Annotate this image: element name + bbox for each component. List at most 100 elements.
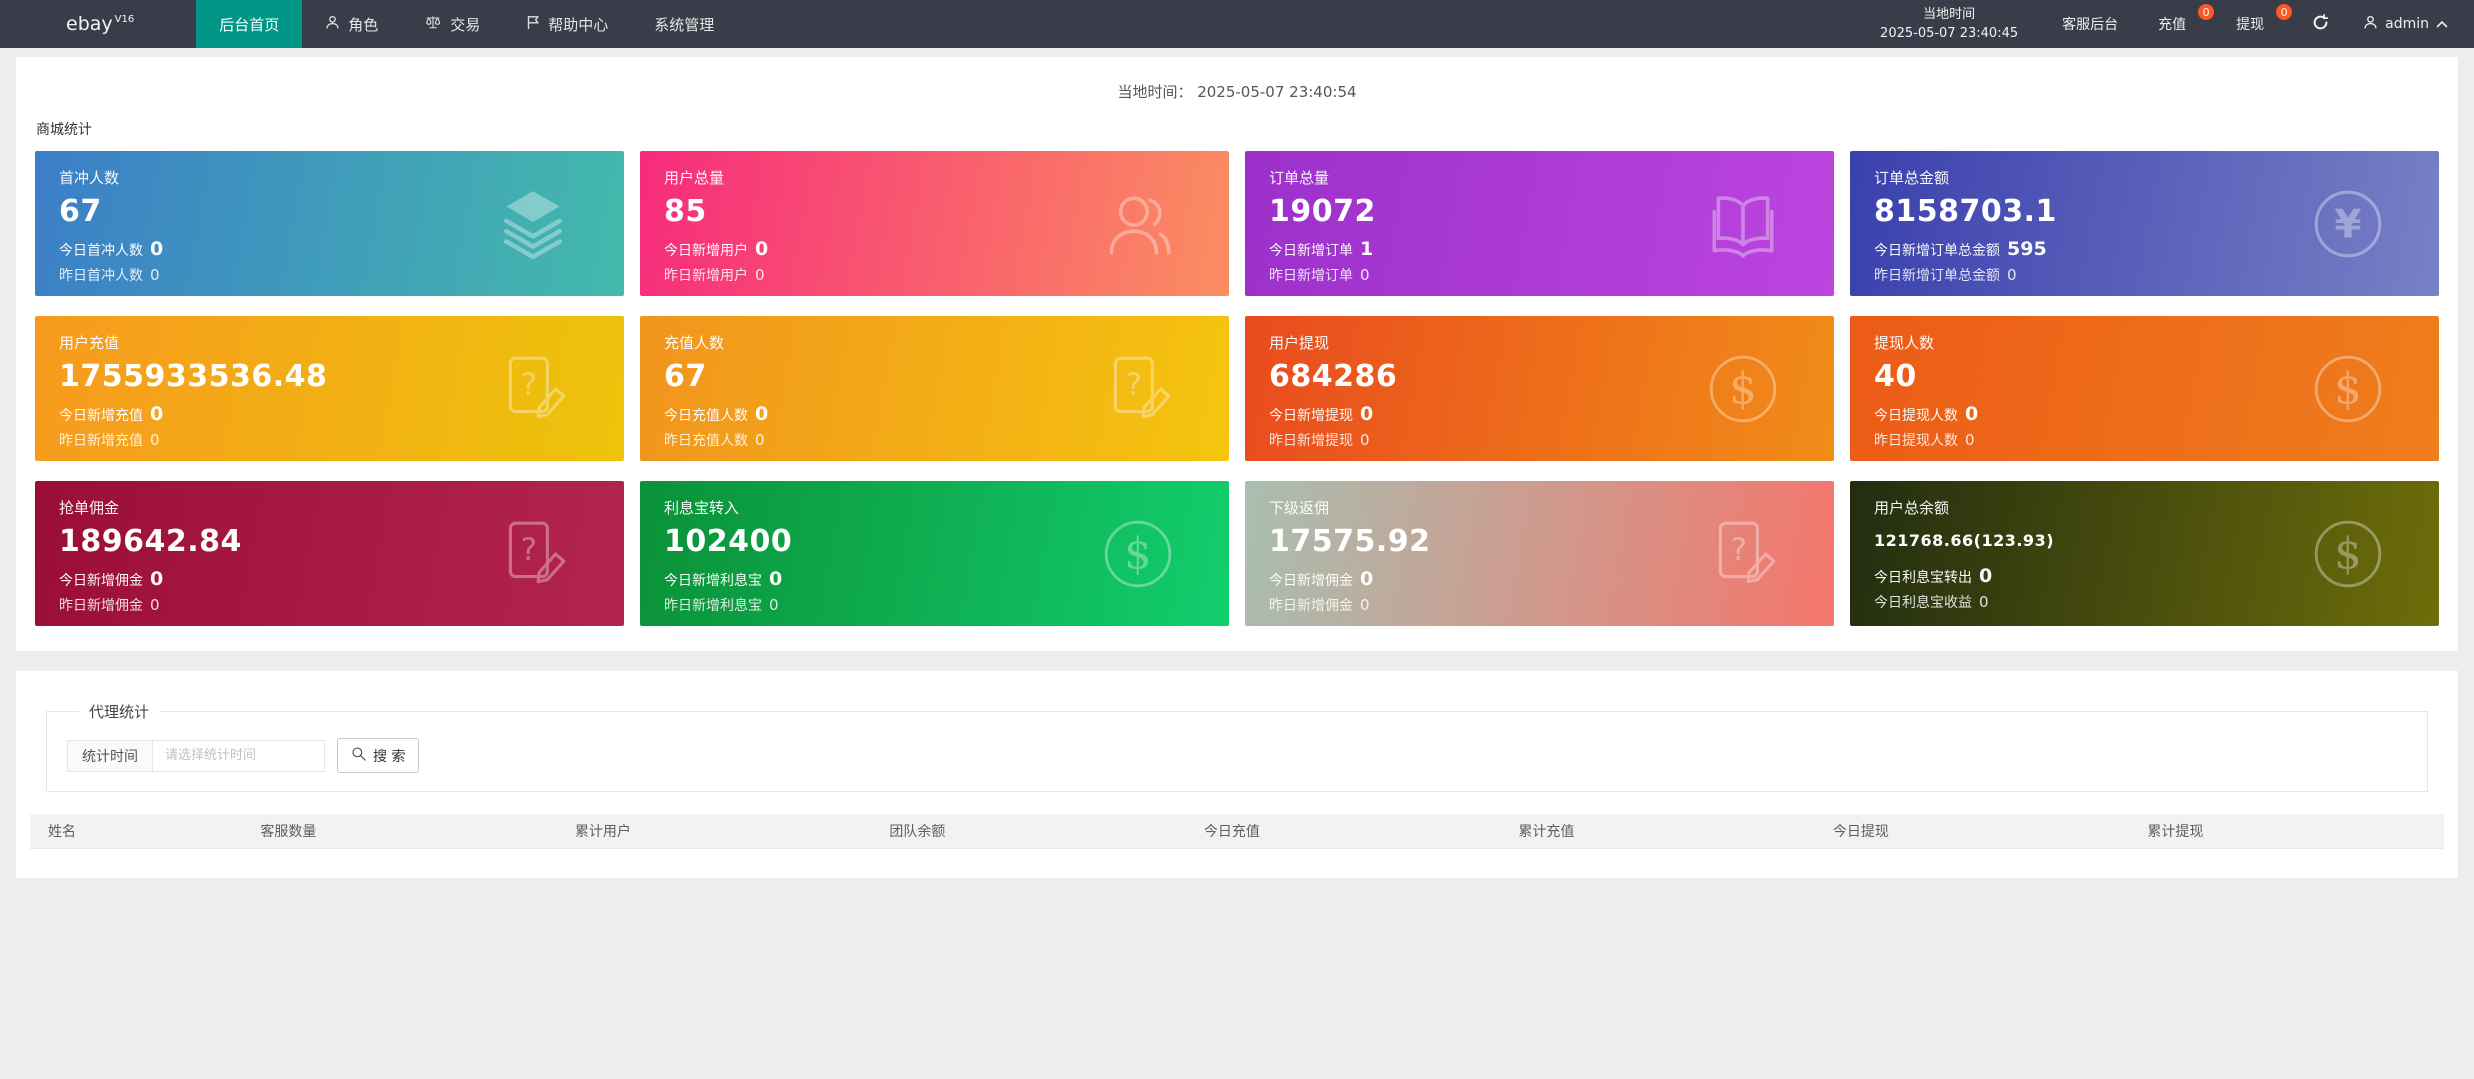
recharge-badge: 0 [2198, 4, 2214, 20]
username: admin [2385, 16, 2429, 32]
table-header-cell: 累计用户 [557, 814, 872, 848]
stat-card-yesterday-line: 昨日新增充值 0 [59, 430, 600, 450]
stat-line-label: 昨日新增充值 [59, 430, 143, 450]
person-icon [325, 15, 340, 34]
nav-tab-home[interactable]: 后台首页 [196, 0, 302, 48]
stat-card-yesterday-line: 昨日新增订单总金额 0 [1874, 265, 2415, 285]
stat-card: 首冲人数 67 今日首冲人数 0 昨日首冲人数 0 [35, 151, 624, 296]
stat-card-yesterday-line: 昨日新增订单 0 [1269, 265, 1810, 285]
stat-line-label: 昨日充值人数 [664, 430, 748, 450]
stat-card: 订单总金额 8158703.1 今日新增订单总金额 595 昨日新增订单总金额 … [1850, 151, 2439, 296]
stat-line-label: 昨日新增用户 [664, 265, 748, 285]
stat-line-label: 今日首冲人数 [59, 240, 143, 260]
stat-line-label: 昨日新增订单 [1269, 265, 1353, 285]
main-menu: 后台首页 角色 交易 帮助中心 系统管理 [196, 0, 737, 48]
stat-card: 利息宝转入 102400 今日新增利息宝 0 昨日新增利息宝 0 $ [640, 481, 1229, 626]
stat-time-input[interactable] [153, 740, 325, 772]
stat-line-label: 今日新增用户 [664, 240, 748, 260]
stat-line-value: 0 [150, 568, 163, 590]
svg-text:?: ? [1731, 532, 1747, 568]
table-header-cell: 团队余额 [871, 814, 1186, 848]
dollar-circle-icon: $ [2309, 350, 2387, 428]
stat-line-value: 0 [755, 238, 768, 260]
stat-card: 充值人数 67 今日充值人数 0 昨日充值人数 0 ? [640, 316, 1229, 461]
stat-card: 下级返佣 17575.92 今日新增佣金 0 昨日新增佣金 0 ? [1245, 481, 1834, 626]
svg-text:$: $ [1729, 364, 1756, 414]
svg-text:?: ? [521, 532, 537, 568]
stat-line-value: 1 [1360, 238, 1373, 260]
nav-recharge[interactable]: 充值 0 [2138, 0, 2216, 48]
stat-line-value: 0 [150, 403, 163, 425]
nav-service-backend[interactable]: 客服后台 [2042, 0, 2138, 48]
search-button[interactable]: 搜 索 [337, 738, 419, 773]
stat-line-value: 0 [1360, 266, 1370, 284]
stat-line-label: 昨日新增订单总金额 [1874, 265, 2000, 285]
file-edit-icon: ? [1704, 515, 1782, 593]
stat-card-yesterday-line: 昨日首冲人数 0 [59, 265, 600, 285]
stat-line-value: 595 [2007, 238, 2047, 260]
nav-tab-help[interactable]: 帮助中心 [503, 0, 631, 48]
stat-line-value: 0 [1360, 568, 1373, 590]
svg-text:$: $ [1124, 529, 1151, 579]
stat-line-value: 0 [150, 431, 160, 449]
stat-line-label: 今日利息宝转出 [1874, 567, 1972, 587]
table-header-cell: 客服数量 [242, 814, 557, 848]
dollar-circle-icon: $ [2309, 515, 2387, 593]
refresh-icon [2312, 14, 2329, 35]
logo-version: V16 [115, 14, 135, 25]
refresh-button[interactable] [2294, 0, 2347, 48]
svg-text:?: ? [1126, 367, 1142, 403]
stat-card-yesterday-line: 昨日新增提现 0 [1269, 430, 1810, 450]
stat-line-label: 今日新增充值 [59, 405, 143, 425]
top-navbar: ebayV16 后台首页 角色 交易 帮助中心 系统管理 当地时间 2025-0… [0, 0, 2474, 48]
stat-line-label: 今日新增提现 [1269, 405, 1353, 425]
book-icon [1704, 185, 1782, 263]
nav-tab-system[interactable]: 系统管理 [631, 0, 737, 48]
stat-line-label: 今日新增订单 [1269, 240, 1353, 260]
chevron-up-icon [2436, 16, 2448, 32]
app-logo: ebayV16 [0, 0, 196, 48]
stat-line-value: 0 [755, 403, 768, 425]
stat-line-value: 0 [150, 266, 160, 284]
stat-line-value: 0 [769, 568, 782, 590]
svg-text:$: $ [2334, 529, 2361, 579]
stat-line-label: 今日充值人数 [664, 405, 748, 425]
file-edit-icon: ? [1099, 350, 1177, 428]
nav-withdraw[interactable]: 提现 0 [2216, 0, 2294, 48]
table-header-cell: 今日充值 [1186, 814, 1501, 848]
stat-line-label: 今日新增利息宝 [664, 570, 762, 590]
nav-tab-trade[interactable]: 交易 [401, 0, 503, 48]
stat-card: 用户总余额 121768.66(123.93) 今日利息宝转出 0 今日利息宝收… [1850, 481, 2439, 626]
people-icon [1099, 185, 1177, 263]
svg-text:¥: ¥ [2334, 202, 2361, 247]
svg-text:$: $ [2334, 364, 2361, 414]
stat-line-value: 0 [2007, 266, 2017, 284]
stat-line-label: 昨日新增佣金 [59, 595, 143, 615]
file-edit-icon: ? [494, 350, 572, 428]
table-header-cell: 姓名 [30, 814, 242, 848]
local-time-text: 当地时间： 2025-05-07 23:40:54 [16, 81, 2458, 102]
stat-line-value: 0 [1360, 596, 1370, 614]
dollar-circle-icon: $ [1099, 515, 1177, 593]
agent-filter-form: 统计时间 搜 索 [67, 738, 2407, 773]
stat-line-value: 0 [150, 238, 163, 260]
stat-line-value: 0 [755, 266, 765, 284]
search-button-label: 搜 索 [373, 746, 405, 766]
local-time-label: 当地时间 [1880, 5, 2018, 25]
stat-card: 提现人数 40 今日提现人数 0 昨日提现人数 0 $ [1850, 316, 2439, 461]
agent-panel: 代理统计 统计时间 搜 索 姓名客服数量累计用户团队余额今日充值累计充值今日提现… [16, 671, 2458, 878]
stat-line-label: 昨日新增提现 [1269, 430, 1353, 450]
stat-line-label: 今日新增佣金 [1269, 570, 1353, 590]
stat-line-label: 今日提现人数 [1874, 405, 1958, 425]
stat-card-yesterday-line: 昨日新增利息宝 0 [664, 595, 1205, 615]
table-row [30, 848, 2444, 862]
stat-card-yesterday-line: 昨日新增佣金 0 [59, 595, 600, 615]
stat-line-value: 0 [769, 596, 779, 614]
user-icon [2363, 15, 2378, 34]
nav-tab-roles[interactable]: 角色 [302, 0, 401, 48]
stats-card-grid: 首冲人数 67 今日首冲人数 0 昨日首冲人数 0 用户总量 85 今日新增用户… [35, 151, 2439, 626]
section-title-mall-stats: 商城统计 [36, 119, 2458, 139]
stat-line-label: 昨日新增佣金 [1269, 595, 1353, 615]
stat-time-label: 统计时间 [67, 740, 153, 772]
user-menu[interactable]: admin [2347, 0, 2474, 48]
